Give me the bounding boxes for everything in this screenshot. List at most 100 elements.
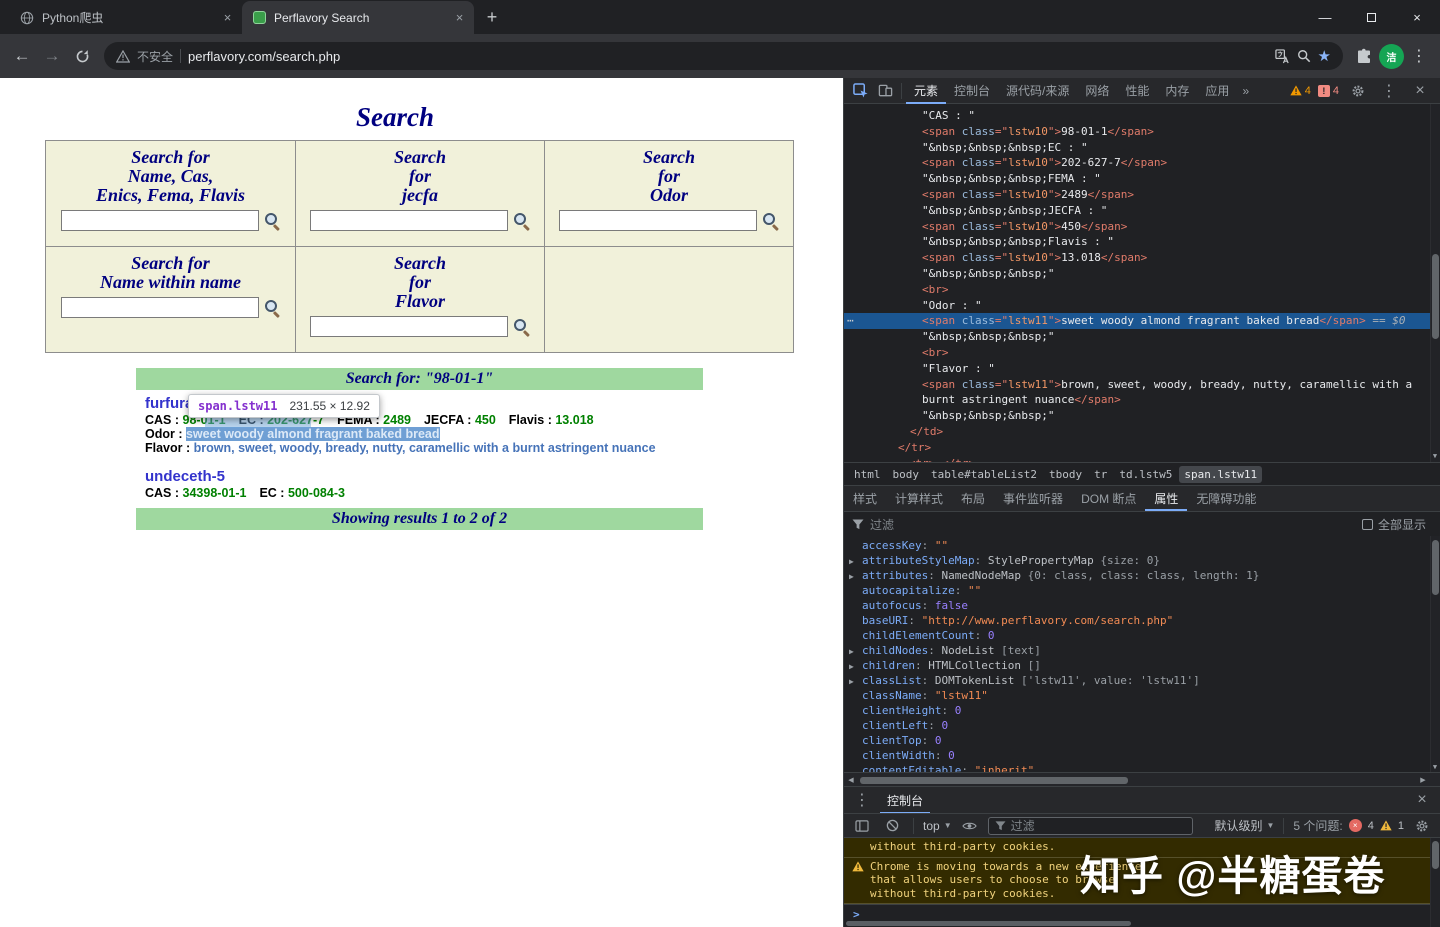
- devtools-settings-icon[interactable]: [1346, 79, 1370, 103]
- more-tabs-icon[interactable]: »: [1238, 84, 1253, 98]
- new-tab-button[interactable]: +: [478, 3, 506, 31]
- elements-subtab-5[interactable]: 属性: [1145, 486, 1187, 511]
- warnings-counter[interactable]: 4: [1290, 85, 1311, 97]
- browser-tab-perflavory[interactable]: Perflavory Search ×: [242, 1, 474, 34]
- breadcrumb-item[interactable]: tr: [1089, 466, 1112, 483]
- maximize-button[interactable]: [1348, 0, 1394, 34]
- console-settings-icon[interactable]: [1410, 814, 1434, 838]
- property-row[interactable]: contentEditable: "inherit": [844, 763, 1440, 772]
- scrollbar-thumb[interactable]: [1432, 540, 1439, 595]
- breadcrumb-item[interactable]: table#tableList2: [926, 466, 1042, 483]
- translate-icon[interactable]: [1275, 49, 1290, 64]
- search-magnifier-icon[interactable]: [264, 212, 281, 229]
- browser-tab-python[interactable]: Python爬虫 ×: [10, 1, 242, 34]
- search-magnifier-icon[interactable]: [513, 212, 530, 229]
- dom-line[interactable]: "&nbsp;&nbsp;&nbsp;": [844, 408, 1428, 424]
- scrollbar-thumb[interactable]: [1432, 254, 1439, 339]
- dom-line[interactable]: ⋯<span class="lstw11">sweet woody almond…: [844, 313, 1440, 329]
- dom-line[interactable]: <br>: [844, 345, 1428, 361]
- dom-line[interactable]: <span class="lstw10">13.018</span>: [844, 250, 1428, 266]
- profile-avatar[interactable]: 洁: [1379, 44, 1404, 69]
- devtools-tab-0[interactable]: 元素: [906, 78, 946, 104]
- elements-subtab-6[interactable]: 无障碍功能: [1187, 486, 1265, 511]
- forward-button[interactable]: →: [38, 42, 66, 70]
- dom-line[interactable]: </td>: [844, 424, 1428, 440]
- search-magnifier-icon[interactable]: [513, 318, 530, 335]
- console-scrollbar[interactable]: [1430, 838, 1440, 927]
- elements-subtab-2[interactable]: 布局: [952, 486, 994, 511]
- live-expression-eye-icon[interactable]: [958, 814, 982, 838]
- property-row[interactable]: clientHeight: 0: [844, 703, 1440, 718]
- dom-line[interactable]: "Odor : ": [844, 298, 1428, 314]
- property-row[interactable]: baseURI: "http://www.perflavory.com/sear…: [844, 613, 1440, 628]
- scrollbar-thumb[interactable]: [860, 777, 1128, 784]
- expand-arrow-icon[interactable]: ▶: [849, 674, 854, 689]
- search-magnifier-icon[interactable]: [762, 212, 779, 229]
- devtools-menu-icon[interactable]: ⋮: [1377, 79, 1401, 103]
- devtools-tab-5[interactable]: 内存: [1157, 78, 1197, 104]
- properties-scrollbar[interactable]: ▼: [1430, 536, 1440, 772]
- context-selector[interactable]: top▼: [923, 819, 952, 833]
- dom-line[interactable]: "&nbsp;&nbsp;&nbsp;": [844, 266, 1428, 282]
- elements-subtab-1[interactable]: 计算样式: [886, 486, 952, 511]
- property-row[interactable]: accessKey: "": [844, 538, 1440, 553]
- search-magnifier-icon[interactable]: [264, 299, 281, 316]
- devtools-tab-3[interactable]: 网络: [1077, 78, 1117, 104]
- console-drawer-tab[interactable]: 控制台: [880, 787, 930, 814]
- console-issues-link[interactable]: 5 个问题:: [1293, 817, 1342, 834]
- devtools-tab-4[interactable]: 性能: [1117, 78, 1157, 104]
- search-input-4[interactable]: [310, 316, 508, 337]
- property-row[interactable]: clientLeft: 0: [844, 718, 1440, 733]
- expand-arrow-icon[interactable]: ▶: [849, 554, 854, 569]
- url-text[interactable]: perflavory.com/search.php: [188, 49, 1268, 64]
- scroll-right-icon[interactable]: ▶: [1416, 774, 1430, 786]
- property-row[interactable]: autofocus: false: [844, 598, 1440, 613]
- zoom-icon[interactable]: [1297, 49, 1311, 63]
- bookmark-star-icon[interactable]: ★: [1318, 47, 1331, 65]
- breadcrumb-item[interactable]: html: [849, 466, 886, 483]
- expand-arrow-icon[interactable]: ▶: [849, 569, 854, 584]
- tab-close-icon[interactable]: ×: [451, 9, 468, 26]
- property-row[interactable]: ▶children: HTMLCollection []: [844, 658, 1440, 673]
- dom-line[interactable]: </tr>: [844, 440, 1428, 456]
- scroll-down-icon[interactable]: ▼: [1430, 452, 1440, 462]
- clear-console-icon[interactable]: [880, 814, 904, 838]
- expand-arrow-icon[interactable]: ▶: [849, 659, 854, 674]
- log-level-selector[interactable]: 默认级别▼: [1214, 817, 1274, 834]
- scrollbar-thumb[interactable]: [846, 921, 1131, 926]
- dom-line[interactable]: "CAS : ": [844, 108, 1428, 124]
- elements-scrollbar[interactable]: ▼: [1430, 104, 1440, 462]
- line-menu-icon[interactable]: ⋯: [847, 313, 853, 329]
- expand-arrow-icon[interactable]: ▶: [849, 644, 854, 659]
- address-bar[interactable]: 不安全 perflavory.com/search.php ★: [104, 42, 1343, 70]
- property-row[interactable]: ▶childNodes: NodeList [text]: [844, 643, 1440, 658]
- dom-line[interactable]: "&nbsp;&nbsp;&nbsp;": [844, 329, 1428, 345]
- devtools-tab-2[interactable]: 源代码/来源: [998, 78, 1077, 104]
- result-link-undeceth[interactable]: undeceth-5: [145, 468, 225, 485]
- console-hscrollbar[interactable]: [844, 920, 1430, 927]
- property-row[interactable]: className: "lstw11": [844, 688, 1440, 703]
- scrollbar-thumb[interactable]: [1432, 841, 1439, 869]
- scroll-left-icon[interactable]: ◀: [844, 774, 858, 786]
- breadcrumb-item[interactable]: tbody: [1044, 466, 1087, 483]
- scroll-down-icon[interactable]: ▼: [1430, 762, 1440, 772]
- close-window-button[interactable]: ×: [1394, 0, 1440, 34]
- back-button[interactable]: ←: [8, 42, 36, 70]
- issues-counter[interactable]: ! 4: [1318, 85, 1339, 97]
- tab-close-icon[interactable]: ×: [219, 9, 236, 26]
- property-row[interactable]: ▶classList: DOMTokenList ['lstw11', valu…: [844, 673, 1440, 688]
- console-filter-input[interactable]: 过滤: [988, 817, 1193, 835]
- minimize-button[interactable]: —: [1302, 0, 1348, 34]
- property-row[interactable]: childElementCount: 0: [844, 628, 1440, 643]
- search-input-0[interactable]: [61, 210, 259, 231]
- dom-line[interactable]: "&nbsp;&nbsp;&nbsp;FEMA : ": [844, 171, 1428, 187]
- property-row[interactable]: clientWidth: 0: [844, 748, 1440, 763]
- security-label[interactable]: 不安全: [137, 48, 173, 65]
- dom-line[interactable]: "&nbsp;&nbsp;&nbsp;EC : ": [844, 140, 1428, 156]
- elements-subtab-4[interactable]: DOM 断点: [1072, 486, 1145, 511]
- dom-line[interactable]: ▶ <tr>…</tr>: [844, 456, 1428, 462]
- checkbox-icon[interactable]: [1362, 519, 1373, 530]
- console-sidebar-icon[interactable]: [850, 814, 874, 838]
- property-row[interactable]: ▶attributeStyleMap: StylePropertyMap {si…: [844, 553, 1440, 568]
- dom-line[interactable]: <span class="lstw11">brown, sweet, woody…: [844, 377, 1428, 409]
